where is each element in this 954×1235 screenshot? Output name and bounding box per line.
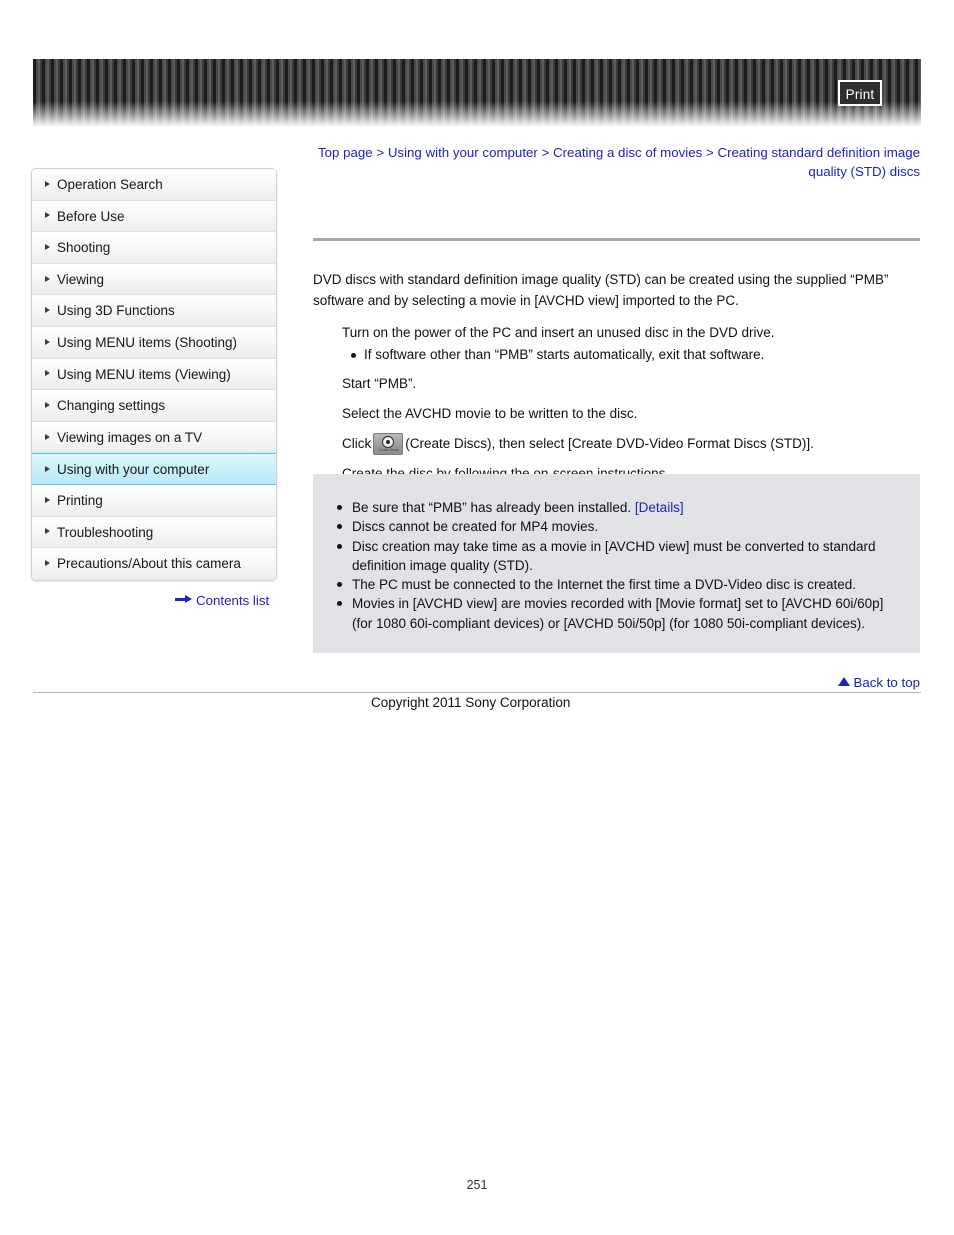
note-item: Movies in [AVCHD view] are movies record… [331, 594, 902, 633]
chevron-right-icon [45, 560, 50, 567]
breadcrumb-separator: > [702, 145, 718, 160]
step-item-4: Click Create Discs (Create Discs), then se… [313, 433, 920, 455]
sidebar-item-shooting[interactable]: Shooting [32, 232, 276, 264]
sidebar-item-label: Troubleshooting [57, 524, 154, 540]
chevron-right-icon [45, 243, 50, 250]
sidebar-item-before-use[interactable]: Before Use [32, 200, 276, 233]
step-text: Select the AVCHD movie to be written to … [342, 405, 638, 421]
breadcrumb-separator: > [372, 145, 388, 160]
breadcrumb-separator: > [537, 145, 554, 160]
chevron-right-icon [45, 433, 50, 440]
step-item-1: Turn on the power of the PC and insert a… [313, 323, 920, 365]
content-divider [313, 238, 920, 241]
contents-list-label: Contents list [196, 592, 270, 608]
arrow-right-icon [175, 594, 192, 604]
breadcrumb-item-current-page[interactable]: Creating standard definition image quali… [717, 145, 920, 179]
sidebar-item-operation-search[interactable]: Operation Search [32, 169, 276, 201]
sidebar-item-label: Using 3D Functions [57, 303, 175, 319]
chevron-right-icon [45, 212, 50, 219]
triangle-up-icon [838, 676, 851, 686]
sidebar-item-label: Before Use [57, 208, 125, 224]
back-to-top-label: Back to top [853, 674, 920, 690]
sidebar-item-label: Shooting [57, 240, 111, 256]
details-link[interactable]: [Details] [635, 500, 684, 515]
sidebar-item-label: Viewing images on a TV [57, 429, 203, 445]
sidebar-item-viewing-images-on-a-tv[interactable]: Viewing images on a TV [32, 421, 276, 454]
steps-list: Turn on the power of the PC and insert a… [313, 323, 920, 485]
step-text-after-icon: (Create Discs), then select [Create DVD-… [405, 436, 814, 451]
chevron-right-icon [45, 465, 50, 472]
create-discs-icon-caption: Create Discs [377, 448, 399, 452]
copyright-text: Copyright 2011 Sony Corporation [371, 695, 571, 710]
note-text: Be sure that “PMB” has already been inst… [352, 500, 632, 515]
chevron-right-icon [45, 496, 50, 503]
chevron-right-icon [45, 307, 50, 314]
sidebar-item-changing-settings[interactable]: Changing settings [32, 390, 276, 422]
step-text: Start “PMB”. [342, 376, 417, 391]
step-item-2: Start “PMB”. [313, 374, 920, 395]
sidebar-item-label: Using with your computer [57, 462, 210, 478]
sidebar-item-label: Using MENU items (Shooting) [57, 334, 238, 350]
breadcrumb-item-top-page[interactable]: Top page [318, 145, 373, 160]
breadcrumb-item-using-with-your-computer[interactable]: Using with your computer [388, 145, 538, 160]
sidebar: Operation Search Before Use Shooting Vie… [31, 168, 277, 581]
note-item: Be sure that “PMB” has already been inst… [331, 498, 902, 517]
step-text-before-icon: Click [342, 436, 372, 451]
breadcrumb: Top page > Using with your computer > Cr… [316, 143, 920, 181]
sidebar-item-label: Operation Search [57, 177, 163, 192]
sidebar-item-printing[interactable]: Printing [32, 484, 276, 517]
note-item: Discs cannot be created for MP4 movies. [331, 517, 902, 536]
sidebar-item-troubleshooting[interactable]: Troubleshooting [32, 516, 276, 549]
breadcrumb-item-creating-a-disc-of-movies[interactable]: Creating a disc of movies [553, 145, 702, 160]
sidebar-item-viewing[interactable]: Viewing [32, 263, 276, 296]
sidebar-item-using-with-your-computer[interactable]: Using with your computer [32, 453, 276, 485]
chevron-right-icon [45, 180, 50, 187]
note-item: Disc creation may take time as a movie i… [331, 537, 902, 576]
chevron-right-icon [45, 370, 50, 377]
chevron-right-icon [45, 275, 50, 282]
header-banner: Print [33, 59, 921, 127]
notes-box: Be sure that “PMB” has already been inst… [313, 474, 920, 654]
create-discs-icon: Create Discs [373, 433, 404, 455]
sidebar-item-using-menu-items-viewing[interactable]: Using MENU items (Viewing) [32, 358, 276, 391]
sidebar-item-using-menu-items-shooting[interactable]: Using MENU items (Shooting) [32, 326, 276, 359]
page-number: 251 [466, 1178, 488, 1192]
chevron-right-icon [45, 401, 50, 408]
footer-divider [33, 692, 921, 693]
step-item-3: Select the AVCHD movie to be written to … [313, 404, 920, 425]
chevron-right-icon [45, 338, 50, 345]
sidebar-item-label: Changing settings [57, 398, 166, 414]
disc-glyph [382, 436, 395, 448]
sidebar-item-label: Using MENU items (Viewing) [57, 366, 231, 382]
sidebar-item-label: Printing [57, 492, 103, 508]
print-button[interactable]: Print [838, 80, 882, 106]
back-to-top-link[interactable]: Back to top [838, 674, 920, 690]
sidebar-item-precautions-about-this-camera[interactable]: Precautions/About this camera [32, 548, 276, 580]
main-content: DVD discs with standard definition image… [313, 238, 920, 485]
note-item: The PC must be connected to the Internet… [331, 575, 902, 594]
step-text: Turn on the power of the PC and insert a… [342, 325, 775, 340]
notes-list: Be sure that “PMB” has already been inst… [331, 498, 902, 633]
substeps-list: If software other than “PMB” starts auto… [342, 345, 920, 366]
chevron-right-icon [45, 528, 50, 535]
sidebar-item-label: Precautions/About this camera [57, 556, 241, 572]
intro-paragraph: DVD discs with standard definition image… [313, 272, 889, 308]
contents-list-link[interactable]: Contents list [175, 592, 269, 608]
sidebar-item-using-3d-functions[interactable]: Using 3D Functions [32, 295, 276, 327]
substep-item: If software other than “PMB” starts auto… [351, 345, 920, 366]
sidebar-item-label: Viewing [57, 271, 105, 287]
